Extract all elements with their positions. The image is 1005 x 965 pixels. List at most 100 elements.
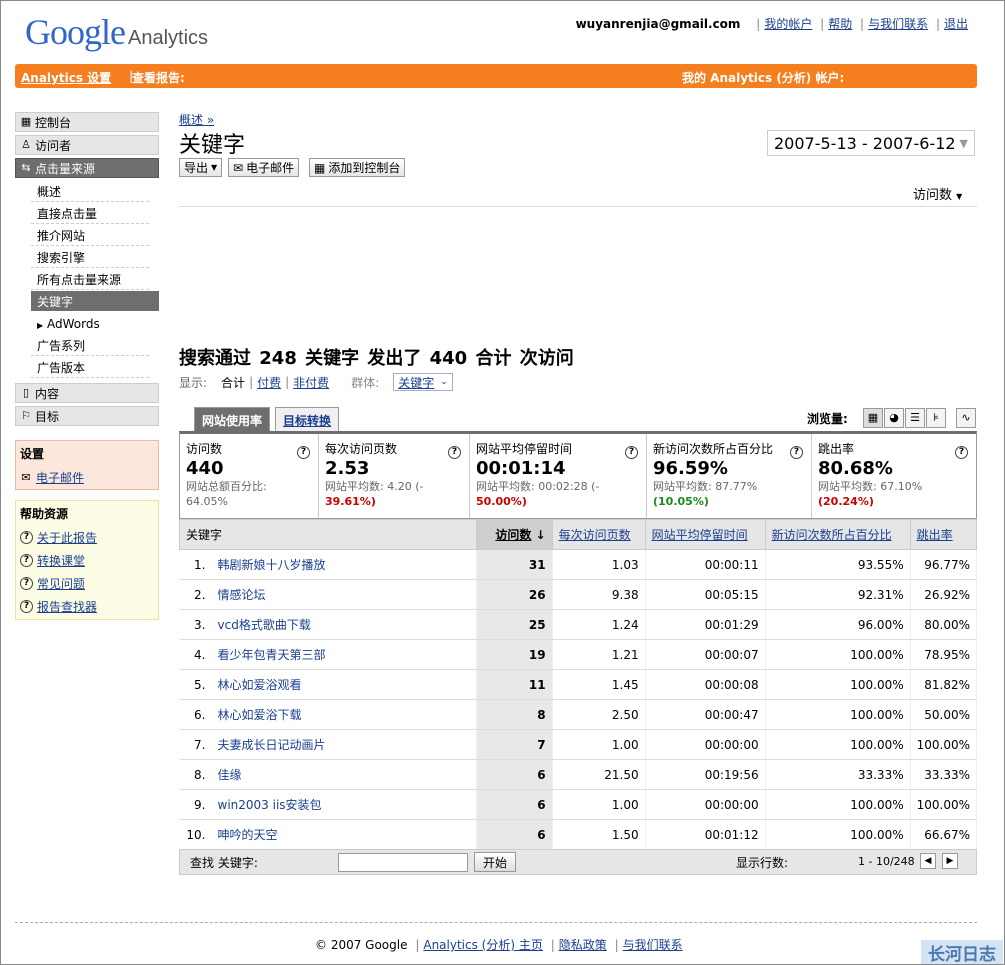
col-pages-per-visit[interactable]: 每次访问页数 [551, 519, 646, 550]
add-to-dashboard-button[interactable]: ▦ 添加到控制台 [309, 158, 406, 177]
sidebar-sub-overview[interactable]: 概述 [31, 181, 149, 202]
show-paid-link[interactable]: 付费 [257, 374, 281, 391]
sidebar-item-traffic-sources[interactable]: ⇆ 点击量来源 [15, 158, 159, 178]
row-new-visits: 96.00% [765, 609, 911, 640]
show-nonpaid-link[interactable]: 非付费 [293, 374, 329, 391]
row-index: 2. [179, 579, 212, 610]
row-new-visits: 100.00% [765, 639, 911, 670]
row-keyword[interactable]: 林心如爱浴观看 [211, 669, 477, 700]
trend-view-icon[interactable]: ∿ [956, 408, 976, 428]
comparison-view-icon[interactable]: ⊧ [926, 408, 946, 428]
row-index: 10. [179, 819, 212, 850]
privacy-link[interactable]: 隐私政策 [559, 938, 607, 952]
breadcrumb[interactable]: 概述 » [179, 111, 214, 128]
envelope-icon: ✉ [21, 470, 31, 484]
sidebar-sub-ad-versions[interactable]: 广告版本 [31, 357, 149, 378]
email-button[interactable]: ✉ 电子邮件 [228, 158, 300, 177]
segment-selector[interactable]: 关键字 ⌄ [393, 373, 453, 391]
view-label: 浏览量: [807, 412, 848, 426]
contact-link[interactable]: 与我们联系 [868, 17, 928, 31]
col-new-visits[interactable]: 新访问次数所占百分比 [764, 519, 911, 550]
analytics-home-link[interactable]: Analytics (分析) 主页 [423, 938, 543, 952]
row-keyword[interactable]: win2003 iis安装包 [211, 789, 477, 820]
date-range-selector[interactable]: 2007-5-13 - 2007-6-12 ▼ [767, 130, 975, 156]
table-row: 6. 林心如爱浴下载 8 2.50 00:00:47 100.00% 50.00% [179, 699, 978, 730]
row-pages-per-visit: 1.00 [552, 729, 646, 760]
google-analytics-logo[interactable]: Google Analytics [25, 11, 208, 53]
row-keyword[interactable]: 呻吟的天空 [211, 819, 477, 850]
segment-label: 群体: [351, 375, 380, 390]
sidebar-item-content[interactable]: ▯ 内容 [15, 383, 159, 403]
row-keyword[interactable]: 韩剧新娘十八岁播放 [211, 549, 477, 580]
sidebar-sub-direct[interactable]: 直接点击量 [31, 203, 149, 224]
sidebar-sub-campaigns[interactable]: 广告系列 [31, 335, 149, 356]
sidebar-item-visitors[interactable]: ♙ 访问者 [15, 135, 159, 155]
find-bar: 查找 关键字: 开始 显示行数: 1 - 10/248 ◀ ▶ [179, 849, 977, 875]
question-icon[interactable]: ? [955, 446, 968, 459]
row-pages-per-visit: 1.21 [552, 639, 646, 670]
next-page-icon[interactable]: ▶ [942, 853, 958, 869]
show-all-option[interactable]: 合计 [221, 374, 245, 391]
my-accounts-label[interactable]: 我的 Analytics (分析) 帐户: [682, 69, 844, 86]
row-keyword[interactable]: vcd格式歌曲下载 [211, 609, 477, 640]
row-keyword[interactable]: 林心如爱浴下载 [211, 699, 477, 730]
help-report-finder[interactable]: 报告查找器 [37, 598, 97, 615]
help-faq[interactable]: 常见问题 [37, 575, 85, 592]
question-icon[interactable]: ? [790, 446, 803, 459]
settings-email-link[interactable]: 电子邮件 [36, 469, 84, 486]
col-visits[interactable]: 访问数 ↓ [475, 519, 553, 550]
row-pages-per-visit: 2.50 [552, 699, 646, 730]
table-view-icon[interactable]: ▦ [863, 408, 883, 428]
sort-down-icon: ↓ [535, 528, 546, 542]
logout-link[interactable]: 退出 [944, 17, 968, 31]
sidebar-item-goals[interactable]: ⚐ 目标 [15, 406, 159, 426]
col-avg-time[interactable]: 网站平均停留时间 [644, 519, 766, 550]
sidebar-sub-referring[interactable]: 推介网站 [31, 225, 149, 246]
sidebar-sub-keywords[interactable]: 关键字 [31, 291, 159, 311]
my-account-link[interactable]: 我的帐户 [764, 17, 812, 31]
export-button[interactable]: 导出 ▼ [179, 158, 223, 177]
go-button[interactable]: 开始 [474, 852, 517, 872]
row-visits: 26 [476, 579, 553, 610]
pie-view-icon[interactable]: ◕ [884, 408, 904, 428]
row-pages-per-visit: 9.38 [552, 579, 646, 610]
sidebar-item-dashboard[interactable]: ▦ 控制台 [15, 112, 159, 132]
row-bounce-rate: 26.92% [910, 579, 978, 610]
row-keyword[interactable]: 看少年包青天第三部 [211, 639, 477, 670]
question-icon[interactable]: ? [625, 446, 638, 459]
row-pages-per-visit: 1.03 [552, 549, 646, 580]
row-range: 1 - 10/248 [858, 855, 915, 868]
tab-site-usage[interactable]: 网站使用率 [194, 407, 271, 431]
tab-goal-conversion[interactable]: 目标转换 [275, 407, 340, 431]
row-bounce-rate: 80.00% [910, 609, 978, 640]
analytics-settings-link[interactable]: Analytics 设置 [21, 69, 111, 86]
find-keyword-input[interactable] [338, 853, 468, 872]
sidebar-sub-adwords[interactable]: ▶ AdWords [31, 315, 149, 336]
help-link[interactable]: 帮助 [828, 17, 852, 31]
view-reports-label[interactable]: 查看报告: [132, 69, 185, 86]
bar-view-icon[interactable]: ☰ [905, 408, 925, 428]
help-conversion-class[interactable]: 转换课堂 [37, 552, 85, 569]
row-keyword[interactable]: 夫妻成长日记动画片 [211, 729, 477, 760]
question-icon[interactable]: ? [297, 446, 310, 459]
sidebar-sub-all-sources[interactable]: 所有点击量来源 [31, 269, 149, 290]
prev-page-icon[interactable]: ◀ [920, 853, 936, 869]
col-bounce-rate[interactable]: 跳出率 [909, 519, 978, 550]
row-avg-time: 00:19:56 [645, 759, 766, 790]
help-about-report[interactable]: 关于此报告 [37, 529, 97, 546]
question-icon: ? [20, 577, 33, 590]
row-avg-time: 00:00:00 [645, 789, 766, 820]
row-keyword[interactable]: 情感论坛 [211, 579, 477, 610]
sidebar-sub-search-engines[interactable]: 搜索引擎 [31, 247, 149, 268]
help-resources-box: 帮助资源 ? 关于此报告 ? 转换课堂 ? 常见问题 ? 报告查找器 [15, 500, 159, 620]
question-icon[interactable]: ? [448, 446, 461, 459]
footer-contact-link[interactable]: 与我们联系 [623, 938, 683, 952]
row-avg-time: 00:00:11 [645, 549, 766, 580]
table-row: 4. 看少年包青天第三部 19 1.21 00:00:07 100.00% 78.95% [179, 639, 978, 670]
row-avg-time: 00:00:47 [645, 699, 766, 730]
row-new-visits: 100.00% [765, 699, 911, 730]
graph-metric-selector[interactable]: 访问数 ▼ [913, 184, 962, 203]
row-visits: 25 [476, 609, 553, 640]
col-keyword[interactable]: 关键字 [179, 519, 477, 550]
row-keyword[interactable]: 佳缘 [211, 759, 477, 790]
